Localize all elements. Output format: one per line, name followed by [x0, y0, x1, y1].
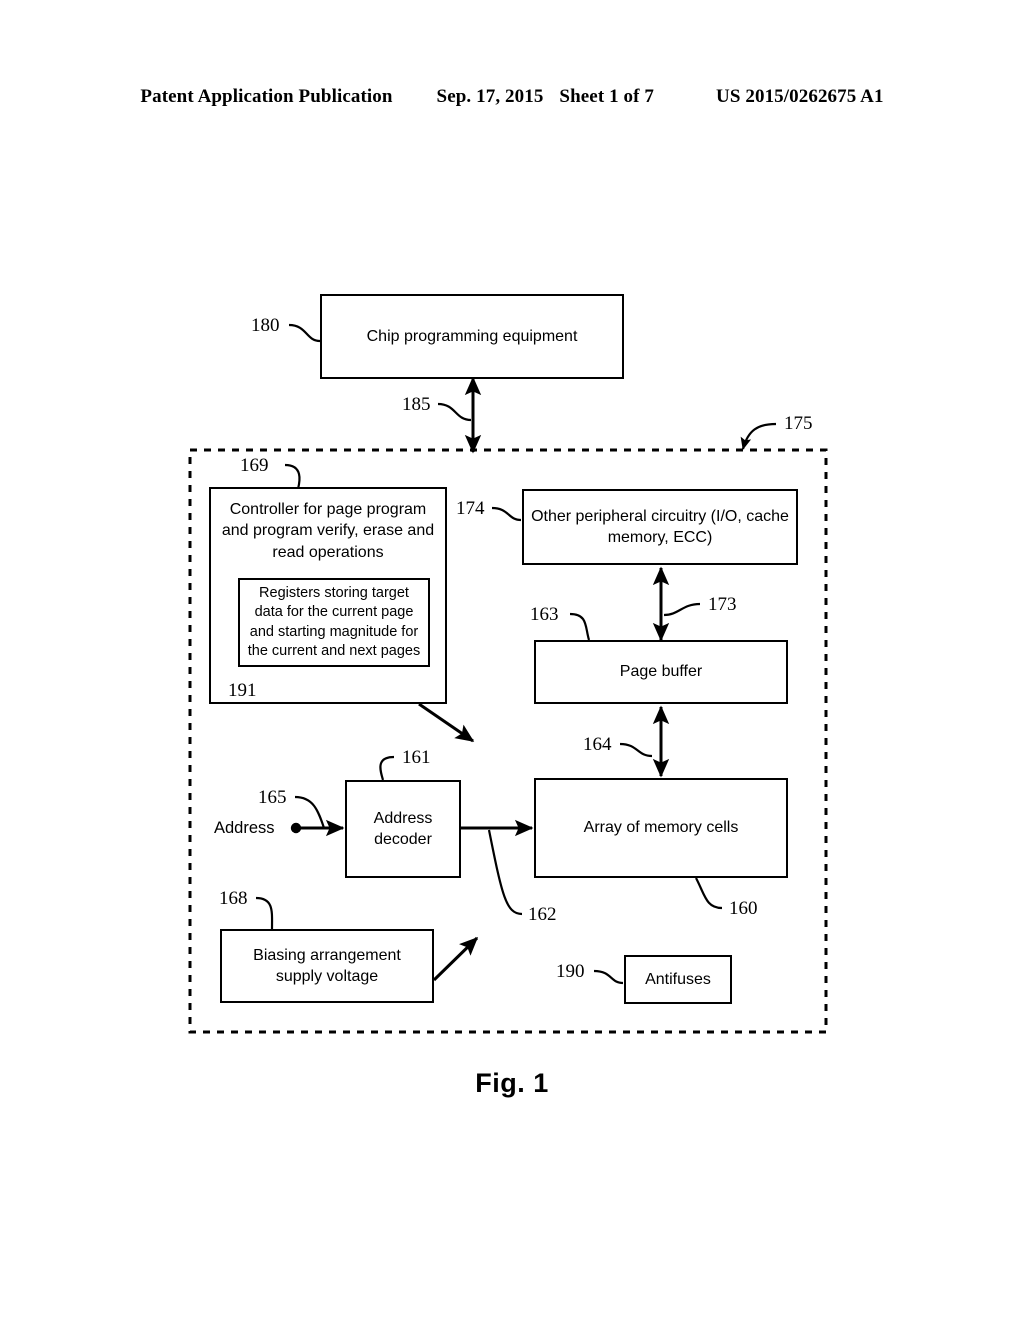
ref-169: 169 — [240, 455, 269, 476]
leader-163 — [569, 612, 591, 641]
figure-caption: Fig. 1 — [475, 1068, 549, 1098]
box-page-buffer[interactable]: Page buffer — [534, 640, 788, 704]
leader-165 — [294, 795, 326, 829]
leader-164 — [619, 742, 653, 758]
ref-160: 160 — [729, 898, 758, 919]
ref-165: 165 — [258, 787, 287, 808]
leader-190 — [593, 969, 624, 985]
connector-controller-decoder — [418, 702, 475, 743]
connector-biasing-array — [432, 936, 479, 982]
box-array-of-memory-cells-label: Array of memory cells — [583, 819, 739, 837]
figure-vector-layer — [188, 323, 828, 1034]
ref-185: 185 — [402, 394, 431, 415]
leader-180 — [288, 323, 321, 343]
ref-168: 168 — [219, 888, 248, 909]
box-biasing-arrangement-label: Biasing arrangement supply voltage — [253, 946, 401, 985]
box-page-buffer-label: Page buffer — [619, 663, 703, 681]
leader-160 — [695, 877, 723, 910]
leader-185 — [437, 402, 472, 422]
ref-173: 173 — [708, 594, 737, 615]
ref-164: 164 — [583, 734, 612, 755]
box-other-peripheral-circuitry[interactable]: Other peripheral circuitry (I/O, cache m… — [522, 489, 798, 565]
leader-161 — [379, 755, 395, 781]
ref-162: 162 — [528, 904, 557, 925]
box-antifuses-label: Antifuses — [645, 970, 711, 988]
box-controller-label: Controller for page program and program … — [221, 501, 435, 561]
ref-180: 180 — [251, 315, 280, 336]
ref-161: 161 — [402, 747, 431, 768]
leader-162 — [487, 829, 523, 916]
box-array-of-memory-cells[interactable]: Array of memory cells — [534, 778, 788, 878]
ref-163: 163 — [530, 604, 559, 625]
box-chip-programming-equipment-label: Chip programming equipment — [366, 327, 578, 345]
ref-191: 191 — [228, 680, 257, 701]
box-other-peripheral-circuitry-label: Other peripheral circuitry (I/O, cache m… — [531, 507, 789, 546]
box-biasing-arrangement[interactable]: Biasing arrangement supply voltage — [220, 929, 434, 1003]
box-address-decoder-label: Address decoder — [373, 809, 433, 848]
box-chip-programming-equipment[interactable]: Chip programming equipment — [320, 294, 624, 379]
ref-174: 174 — [456, 498, 485, 519]
ref-190: 190 — [556, 961, 585, 982]
ref-175: 175 — [784, 413, 813, 434]
leader-175 — [740, 422, 777, 450]
leader-169 — [284, 463, 301, 490]
box-address-decoder[interactable]: Address decoder — [345, 780, 461, 878]
leader-168 — [255, 896, 274, 930]
leader-174 — [491, 506, 522, 522]
box-registers-label: Registers storing target data for the cu… — [247, 585, 421, 659]
box-antifuses[interactable]: Antifuses — [624, 955, 732, 1004]
label-address-input: Address — [214, 819, 275, 837]
leader-173 — [663, 602, 701, 617]
patent-figure-1: Chip programming equipment Controller fo… — [0, 0, 1024, 1320]
box-registers[interactable]: Registers storing target data for the cu… — [238, 578, 430, 667]
